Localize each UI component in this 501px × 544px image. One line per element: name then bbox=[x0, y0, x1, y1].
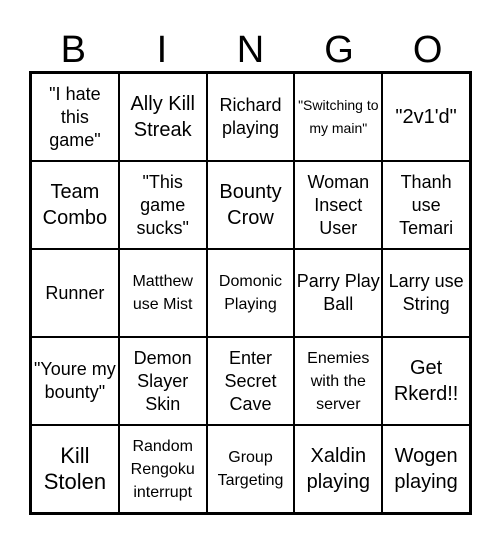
cell-text: Ally Kill Streak bbox=[130, 93, 195, 141]
bingo-cell[interactable]: Parry Play Ball bbox=[294, 249, 383, 337]
cell-text: Random Rengoku interrupt bbox=[130, 437, 195, 501]
bingo-cell[interactable]: Larry use String bbox=[382, 249, 470, 337]
cell-text: "Switching to my main" bbox=[298, 97, 379, 136]
bingo-cell[interactable]: "This game sucks" bbox=[118, 161, 207, 249]
bingo-cell[interactable]: Runner bbox=[31, 249, 119, 337]
cell-text: Wogen playing bbox=[394, 445, 458, 493]
cell-text: Larry use String bbox=[388, 271, 464, 314]
bingo-cell[interactable]: "2v1'd" bbox=[382, 73, 470, 161]
header-letter-o: O bbox=[412, 29, 443, 71]
bingo-cell[interactable]: Random Rengoku interrupt bbox=[118, 425, 207, 513]
cell-text: Demon Slayer Skin bbox=[133, 347, 192, 414]
header-letter-i: I bbox=[156, 29, 168, 71]
cell-text: Team Combo bbox=[42, 181, 108, 229]
bingo-cell[interactable]: Kill Stolen bbox=[31, 425, 119, 513]
bingo-cell[interactable]: "Switching to my main" bbox=[294, 73, 383, 161]
cell-text: Matthew use Mist bbox=[132, 273, 193, 313]
bingo-cell[interactable]: Woman Insect User bbox=[294, 161, 383, 249]
header-letter-g: G bbox=[324, 29, 354, 71]
bingo-cell[interactable]: Wogen playing bbox=[382, 425, 470, 513]
bingo-cell[interactable]: Enter Secret Cave bbox=[206, 337, 295, 425]
bingo-cell[interactable]: Demon Slayer Skin bbox=[118, 337, 207, 425]
cell-text: Woman Insect User bbox=[307, 171, 370, 238]
bingo-header: B I N G O bbox=[29, 28, 472, 72]
bingo-cell[interactable]: Bounty Crow bbox=[206, 161, 295, 249]
bingo-cell[interactable]: Domonic Playing bbox=[206, 249, 295, 337]
cell-text: "I hate this game" bbox=[49, 83, 101, 150]
bingo-cell[interactable]: Team Combo bbox=[31, 161, 119, 249]
cell-text: Kill Stolen bbox=[43, 443, 107, 494]
bingo-cell[interactable]: Xaldin playing bbox=[294, 425, 383, 513]
bingo-cell[interactable]: "I hate this game" bbox=[31, 73, 119, 161]
cell-text: "This game sucks" bbox=[136, 171, 189, 238]
bingo-cell[interactable]: Matthew use Mist bbox=[118, 249, 207, 337]
cell-text: Runner bbox=[45, 282, 105, 303]
header-letter-n: N bbox=[236, 29, 265, 71]
bingo-cell[interactable]: "Youre my bounty" bbox=[31, 337, 119, 425]
bingo-cell[interactable]: Get Rkerd!! bbox=[382, 337, 470, 425]
bingo-grid: "I hate this game" Ally Kill Streak Rich… bbox=[29, 71, 472, 515]
cell-text: "Youre my bounty" bbox=[34, 359, 116, 402]
cell-text: Enemies with the server bbox=[307, 349, 370, 413]
bingo-cell[interactable]: Thanh use Temari bbox=[382, 161, 470, 249]
cell-text: Bounty Crow bbox=[219, 181, 282, 229]
bingo-cell[interactable]: Group Targeting bbox=[206, 425, 295, 513]
cell-text: Group Targeting bbox=[217, 449, 284, 489]
cell-text: Xaldin playing bbox=[306, 445, 370, 493]
cell-text: Domonic Playing bbox=[218, 273, 283, 313]
cell-text: "2v1'd" bbox=[395, 106, 457, 128]
bingo-cell[interactable]: Enemies with the server bbox=[294, 337, 383, 425]
bingo-cell[interactable]: Ally Kill Streak bbox=[118, 73, 207, 161]
cell-text: Get Rkerd!! bbox=[393, 357, 459, 405]
bingo-cell[interactable]: Richard playing bbox=[206, 73, 295, 161]
header-letter-b: B bbox=[60, 29, 86, 71]
cell-text: Parry Play Ball bbox=[296, 271, 380, 314]
cell-text: Enter Secret Cave bbox=[224, 347, 277, 414]
cell-text: Thanh use Temari bbox=[399, 171, 454, 238]
cell-text: Richard playing bbox=[219, 95, 282, 138]
